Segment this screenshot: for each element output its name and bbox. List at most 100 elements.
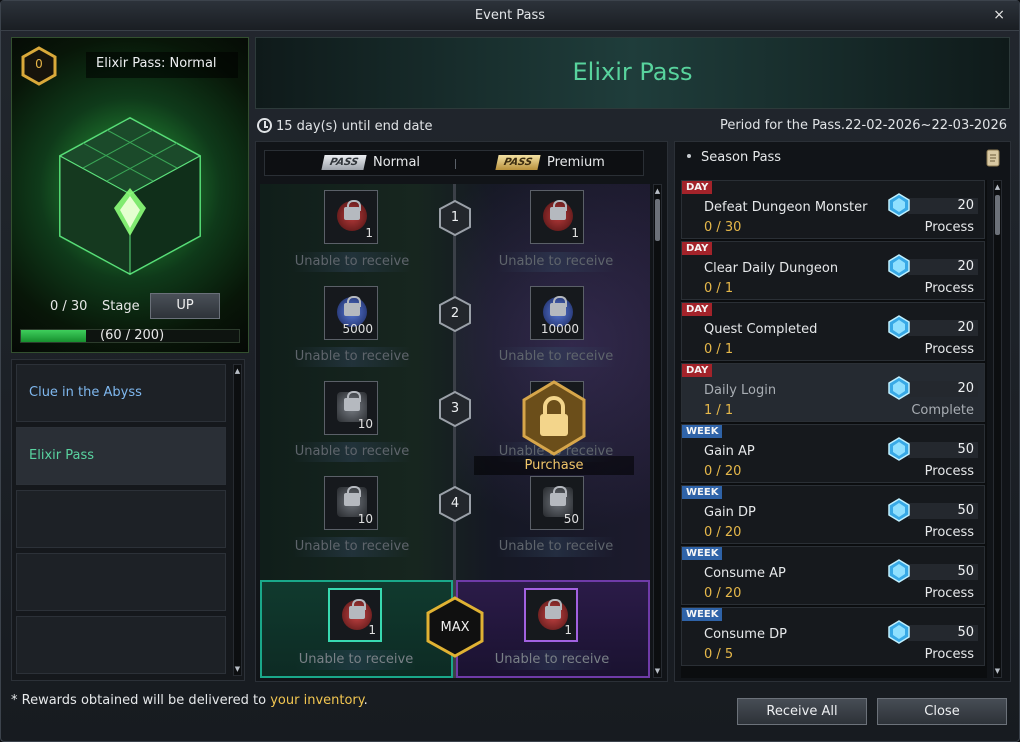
lock-icon	[550, 200, 567, 220]
pass-name: Elixir Pass: Normal	[86, 52, 238, 78]
reward-slot-normal[interactable]: 10	[324, 476, 378, 530]
event-pass-window: Event Pass × 0 Elixir Pass: Normal 0 / 3…	[0, 0, 1020, 742]
quest-name: Gain DP	[704, 505, 756, 520]
quest-row[interactable]: WEEK Gain AP 0 / 20 50 Process	[681, 424, 985, 483]
pass-list-scrollbar[interactable]: ▲ ▼	[233, 364, 242, 676]
quest-progress: 0 / 30	[704, 220, 742, 235]
lock-icon	[344, 200, 361, 220]
reward-panel: PASS Normal PASS Premium 1 Unable to recei…	[255, 141, 668, 682]
quest-progress: 0 / 1	[704, 342, 734, 357]
quest-type-badge: DAY	[682, 303, 713, 316]
scrollbar-thumb[interactable]	[655, 199, 660, 241]
reward-status: Unable to receive	[292, 252, 412, 272]
quest-points: 50	[957, 442, 974, 457]
scroll-document-icon[interactable]	[984, 148, 1002, 168]
reward-qty: 5000	[342, 322, 373, 336]
scroll-up-icon[interactable]: ▲	[994, 183, 1001, 191]
lock-icon	[550, 486, 567, 506]
lock-icon	[344, 486, 361, 506]
tab-premium-label: Premium	[547, 155, 605, 170]
quest-row[interactable]: DAY Clear Daily Dungeon 0 / 1 20 Process	[681, 241, 985, 300]
tab-normal[interactable]: PASS Normal	[321, 155, 420, 170]
purchase-premium-button[interactable]: Purchase	[474, 380, 634, 486]
close-button[interactable]: Close	[877, 698, 1007, 725]
quest-status: Process	[924, 525, 974, 540]
reward-slot-normal[interactable]: 1	[324, 190, 378, 244]
quest-name: Quest Completed	[704, 322, 818, 337]
scroll-down-icon[interactable]: ▼	[994, 667, 1001, 675]
pass-list-item-empty	[16, 616, 226, 674]
title-bar[interactable]: Event Pass ×	[1, 1, 1019, 31]
quest-row[interactable]: WEEK Consume AP 0 / 20 50 Process	[681, 546, 985, 605]
reward-status: Unable to receive	[492, 650, 612, 670]
quest-row[interactable]: DAY Quest Completed 0 / 1 20 Process	[681, 302, 985, 361]
quest-name: Clear Daily Dungeon	[704, 261, 839, 276]
pass-list-item-elixir-pass[interactable]: Elixir Pass	[16, 427, 226, 485]
reward-slot-normal[interactable]: 1	[328, 588, 382, 642]
quest-points: 50	[957, 503, 974, 518]
quest-name: Daily Login	[704, 383, 777, 398]
lock-icon	[550, 296, 567, 316]
scrollbar-thumb[interactable]	[995, 195, 1000, 235]
quest-row[interactable]: DAY Daily Login 1 / 1 20 Complete	[681, 363, 985, 422]
max-node-label: MAX	[440, 620, 470, 635]
gem-icon	[888, 559, 910, 583]
reward-status: Unable to receive	[496, 537, 616, 557]
quest-name: Defeat Dungeon Monster	[704, 200, 868, 215]
gem-icon	[888, 193, 910, 217]
quest-type-badge: DAY	[682, 242, 713, 255]
quest-row[interactable]: WEEK Gain DP 0 / 20 50 Process	[681, 485, 985, 544]
quest-row[interactable]: WEEK Consume DP 0 / 5 50 Process	[681, 607, 985, 666]
stage-label: Stage	[102, 299, 140, 314]
reward-slot-premium[interactable]: 10000	[530, 286, 584, 340]
stage-up-button[interactable]: UP	[150, 293, 220, 319]
reward-track-scrollbar[interactable]: ▲ ▼	[653, 184, 662, 678]
scroll-up-icon[interactable]: ▲	[234, 367, 241, 375]
reward-slot-premium[interactable]: 1	[524, 588, 578, 642]
close-icon[interactable]: ×	[993, 7, 1005, 23]
pass-period: Period for the Pass.22-02-2026~22-03-202…	[719, 118, 1007, 133]
quest-row[interactable]: DAY Defeat Dungeon Monster 0 / 30 20 Process	[681, 180, 985, 239]
quest-type-badge: WEEK	[682, 608, 723, 621]
reward-slot-normal[interactable]: 10	[324, 381, 378, 435]
exp-bar-fill	[21, 330, 87, 342]
quest-points: 20	[957, 198, 974, 213]
quest-progress: 0 / 1	[704, 281, 734, 296]
season-scrollbar[interactable]: ▲ ▼	[993, 180, 1002, 678]
reward-status: Unable to receive	[292, 537, 412, 557]
reward-slot-premium[interactable]: 1	[530, 190, 584, 244]
reward-slot-normal[interactable]: 5000	[324, 286, 378, 340]
quest-progress: 1 / 1	[704, 403, 734, 418]
quest-status: Process	[924, 220, 974, 235]
receive-all-button[interactable]: Receive All	[737, 698, 867, 725]
gem-icon	[888, 437, 910, 461]
days-left-text: 15 day(s) until end date	[276, 119, 433, 134]
scroll-down-icon[interactable]: ▼	[234, 665, 241, 673]
quest-points: 20	[957, 320, 974, 335]
quest-points: 50	[957, 625, 974, 640]
pass-list-item-label: Clue in the Abyss	[29, 385, 142, 400]
quest-progress: 0 / 5	[704, 647, 734, 662]
exp-text: (60 / 200)	[100, 328, 165, 343]
tab-premium[interactable]: PASS Premium	[495, 155, 605, 170]
season-pass-title-text: Season Pass	[701, 150, 782, 165]
pass-banner: Elixir Pass	[255, 37, 1010, 109]
reward-status: Unable to receive	[292, 442, 412, 462]
max-reward-row: 1 Unable to receive 1 Unable to receive …	[260, 580, 650, 678]
footer-note-text: * Rewards obtained will be delivered to	[11, 693, 271, 708]
stage-node-label: 3	[450, 401, 460, 416]
reward-status: Unable to receive	[496, 347, 616, 367]
lock-icon	[349, 599, 366, 619]
gem-icon	[888, 254, 910, 278]
stage-count: 0 / 30	[50, 299, 88, 314]
pass-list-item-clue-in-the-abyss[interactable]: Clue in the Abyss	[16, 364, 226, 422]
scroll-down-icon[interactable]: ▼	[654, 667, 661, 675]
scroll-up-icon[interactable]: ▲	[654, 187, 661, 195]
lock-icon	[344, 391, 361, 411]
gem-icon	[888, 498, 910, 522]
quest-name: Consume AP	[704, 566, 786, 581]
quest-status: Process	[924, 281, 974, 296]
days-left: 15 day(s) until end date	[257, 118, 433, 134]
elixir-cube-icon	[58, 116, 202, 276]
quest-status: Process	[924, 647, 974, 662]
